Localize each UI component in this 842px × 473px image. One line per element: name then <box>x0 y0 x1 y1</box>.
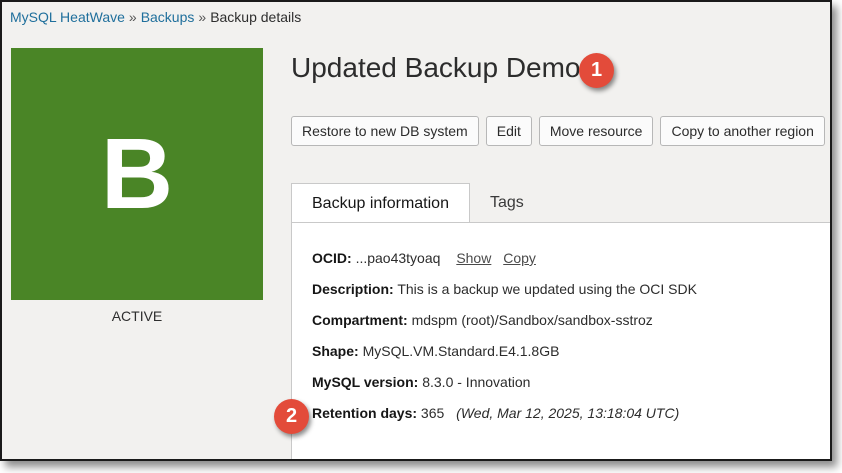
breadcrumb-mysql-heatwave[interactable]: MySQL HeatWave <box>10 9 125 25</box>
tab-tags[interactable]: Tags <box>470 183 544 223</box>
retention-expiry: (Wed, Mar 12, 2025, 13:18:04 UTC) <box>456 405 680 421</box>
copy-region-button[interactable]: Copy to another region <box>660 116 825 146</box>
mysql-version-row: MySQL version: 8.3.0 - Innovation <box>312 374 530 390</box>
breadcrumb: MySQL HeatWave» Backups» Backup details <box>10 9 301 25</box>
compartment-value: mdspm (root)/Sandbox/sandbox-sstroz <box>411 312 653 328</box>
avatar-letter: B <box>100 117 174 230</box>
ocid-copy-link[interactable]: Copy <box>503 250 536 266</box>
ocid-row: OCID: ...pao43tyoaq Show Copy <box>312 250 536 266</box>
callout-badge-2: 2 <box>274 399 309 434</box>
mysql-version-label: MySQL version: <box>312 374 419 390</box>
resource-avatar: B <box>11 48 263 300</box>
description-value: This is a backup we updated using the OC… <box>397 281 697 297</box>
breadcrumb-separator: » <box>128 9 137 25</box>
ocid-label: OCID: <box>312 250 352 266</box>
tab-backup-information[interactable]: Backup information <box>291 183 470 224</box>
retention-days-row: Retention days: 365 (Wed, Mar 12, 2025, … <box>312 405 679 421</box>
retention-days-label: Retention days: <box>312 405 418 421</box>
description-row: Description: This is a backup we updated… <box>312 281 697 297</box>
retention-days-value: 365 <box>420 405 445 421</box>
description-label: Description: <box>312 281 394 297</box>
shape-label: Shape: <box>312 343 359 359</box>
shape-value: MySQL.VM.Standard.E4.1.8GB <box>362 343 560 359</box>
ocid-value: ...pao43tyoaq <box>355 250 441 266</box>
mysql-version-value: 8.3.0 - Innovation <box>422 374 531 390</box>
status-label: ACTIVE <box>111 308 163 324</box>
callout-badge-1: 1 <box>579 53 614 88</box>
move-resource-button[interactable]: Move resource <box>538 116 654 146</box>
backup-info-panel: OCID: ...pao43tyoaq Show Copy Descriptio… <box>291 222 830 459</box>
edit-button[interactable]: Edit <box>485 116 532 146</box>
restore-button[interactable]: Restore to new DB system <box>291 116 479 146</box>
breadcrumb-separator: » <box>198 9 207 25</box>
shape-row: Shape: MySQL.VM.Standard.E4.1.8GB <box>312 343 559 359</box>
page-title: Updated Backup Demo <box>291 52 581 83</box>
ocid-show-link[interactable]: Show <box>456 250 491 266</box>
action-toolbar: Restore to new DB system Edit Move resou… <box>291 116 825 146</box>
breadcrumb-backups[interactable]: Backups <box>141 9 195 25</box>
compartment-row: Compartment: mdspm (root)/Sandbox/sandbo… <box>312 312 653 328</box>
breadcrumb-current: Backup details <box>210 9 302 25</box>
compartment-label: Compartment: <box>312 312 408 328</box>
console-window: MySQL HeatWave» Backups» Backup details B … <box>0 0 832 461</box>
tab-bar: Backup information Tags <box>291 183 544 224</box>
